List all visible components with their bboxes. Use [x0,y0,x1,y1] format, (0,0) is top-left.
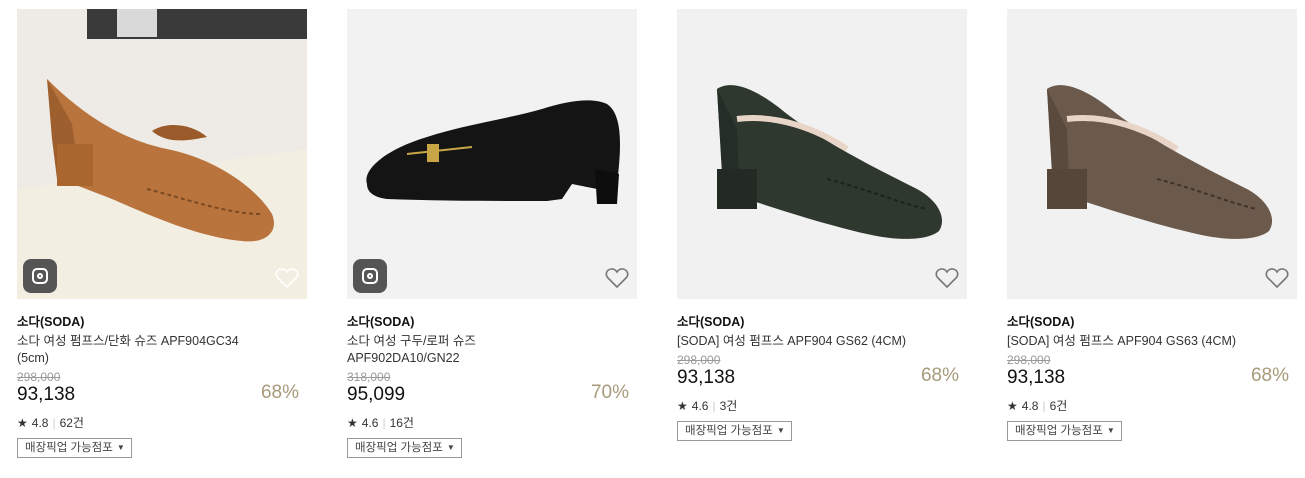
star-icon: ★ [17,415,28,430]
rating-value: 4.8 [1021,398,1039,413]
product-name[interactable]: 소다 여성 펌프스/단화 슈즈 APF904GC34 (5cm) [17,333,257,367]
product-card[interactable]: 소다(SODA) 소다 여성 펌프스/단화 슈즈 APF904GC34 (5cm… [17,9,309,458]
rating-value: 4.6 [361,415,379,430]
discount-rate: 68% [260,382,299,403]
heart-icon[interactable] [605,267,629,289]
rating: ★ 4.8 | 6건 [1007,397,1299,414]
caret-down-icon: ▼ [116,443,125,452]
rating: ★ 4.6 | 16건 [347,414,639,431]
sale-price: 93,138 [677,367,736,388]
product-name[interactable]: [SODA] 여성 펌프스 APF904 GS63 (4CM) [1007,333,1247,350]
discount-rate: 68% [1250,365,1289,386]
brand-name: 소다(SODA) [1007,315,1075,329]
shoe-image [17,9,307,299]
review-count: 3건 [719,399,738,413]
product-image[interactable] [677,9,967,299]
store-pickup-dropdown[interactable]: 매장픽업 가능점포 ▼ [1007,421,1122,441]
product-image[interactable] [17,9,307,299]
rating: ★ 4.8 | 62건 [17,414,309,431]
divider: | [382,415,386,430]
shoe-image [347,9,637,299]
sale-price: 95,099 [347,384,406,405]
pickup-label: 매장픽업 가능점포 [355,442,443,454]
discount-rate: 70% [590,382,629,403]
product-image[interactable] [347,9,637,299]
heart-icon[interactable] [275,267,299,289]
pickup-label: 매장픽업 가능점포 [1015,425,1103,437]
brand-name: 소다(SODA) [347,315,415,329]
star-icon: ★ [347,415,358,430]
product-grid: 소다(SODA) 소다 여성 펌프스/단화 슈즈 APF904GC34 (5cm… [0,0,1305,478]
product-card[interactable]: 소다(SODA) [SODA] 여성 펌프스 APF904 GS63 (4CM)… [1007,9,1299,441]
product-name[interactable]: [SODA] 여성 펌프스 APF904 GS62 (4CM) [677,333,917,350]
store-pickup-dropdown[interactable]: 매장픽업 가능점포 ▼ [17,438,132,458]
caret-down-icon: ▼ [776,426,785,435]
rating-value: 4.8 [31,415,49,430]
product-card[interactable]: 소다(SODA) [SODA] 여성 펌프스 APF904 GS62 (4CM)… [677,9,969,441]
sale-price: 93,138 [1007,367,1066,388]
instagram-icon[interactable] [353,259,387,293]
store-pickup-dropdown[interactable]: 매장픽업 가능점포 ▼ [347,438,462,458]
shoe-image [1007,9,1297,299]
instagram-icon[interactable] [23,259,57,293]
discount-rate: 68% [920,365,959,386]
caret-down-icon: ▼ [446,443,455,452]
rating-value: 4.6 [691,398,709,413]
divider: | [1042,398,1046,413]
pickup-label: 매장픽업 가능점포 [685,425,773,437]
rating: ★ 4.6 | 3건 [677,397,969,414]
caret-down-icon: ▼ [1106,426,1115,435]
product-name[interactable]: 소다 여성 구두/로퍼 슈즈 APF902DA10/GN22 [347,333,587,367]
shoe-image [677,9,967,299]
sale-price: 93,138 [17,384,76,405]
divider: | [52,415,56,430]
brand-name: 소다(SODA) [677,315,745,329]
review-count: 62건 [59,416,84,430]
product-image[interactable] [1007,9,1297,299]
heart-icon[interactable] [1265,267,1289,289]
star-icon: ★ [677,398,688,413]
pickup-label: 매장픽업 가능점포 [25,442,113,454]
review-count: 6건 [1049,399,1068,413]
divider: | [712,398,716,413]
heart-icon[interactable] [935,267,959,289]
brand-name: 소다(SODA) [17,315,85,329]
product-card[interactable]: 소다(SODA) 소다 여성 구두/로퍼 슈즈 APF902DA10/GN22 … [347,9,639,458]
review-count: 16건 [389,416,414,430]
store-pickup-dropdown[interactable]: 매장픽업 가능점포 ▼ [677,421,792,441]
star-icon: ★ [1007,398,1018,413]
